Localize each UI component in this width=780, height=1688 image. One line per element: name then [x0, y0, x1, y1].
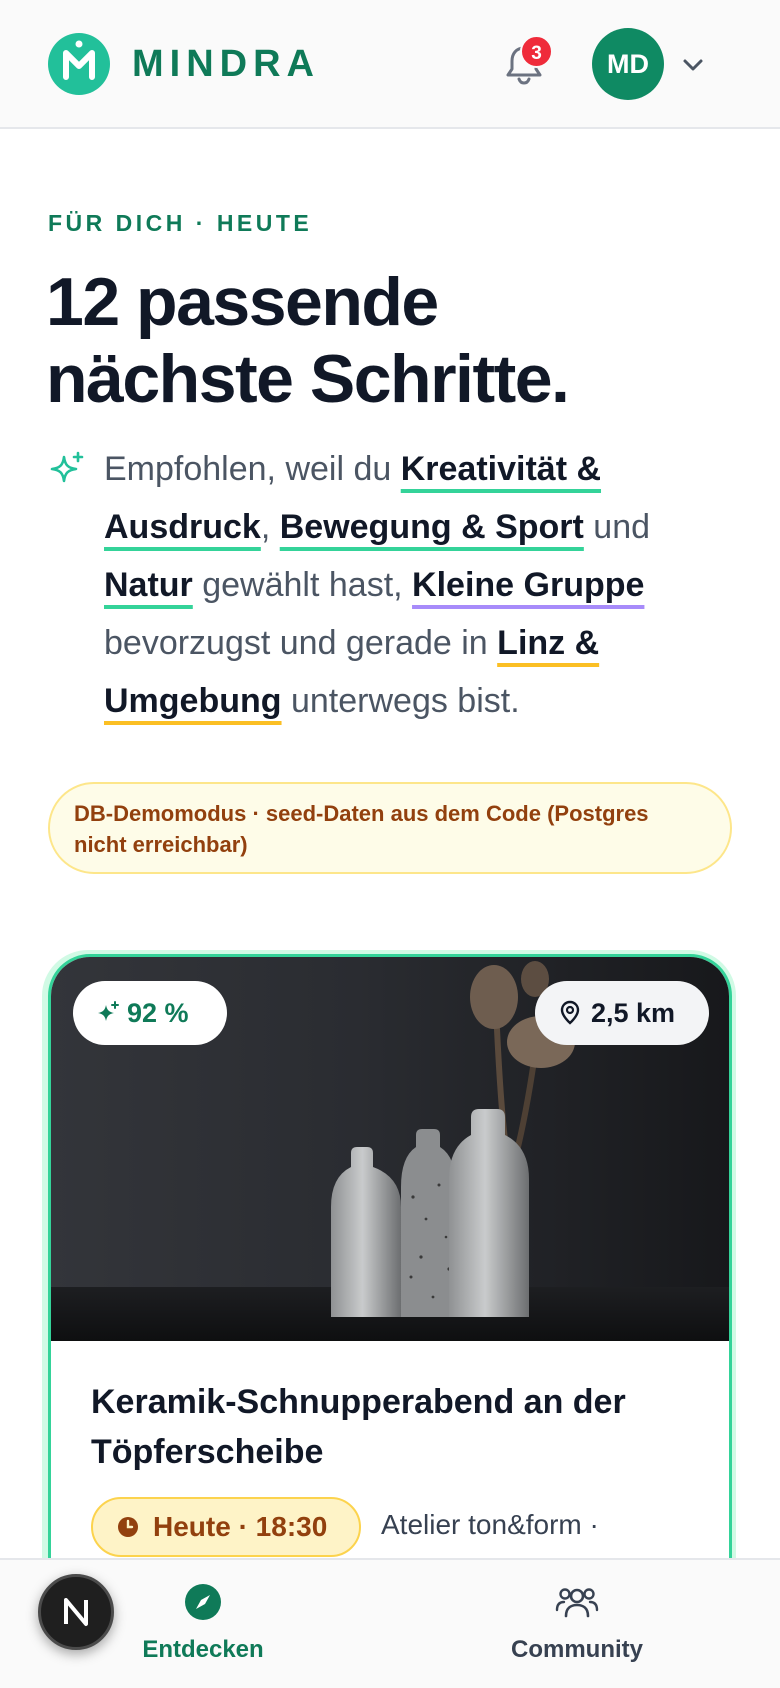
reason-text: unterwegs bist.	[281, 682, 520, 720]
distance-value: 2,5 km	[591, 998, 676, 1028]
nav-community-label: Community	[511, 1636, 643, 1663]
nav-entdecken[interactable]: Entdecken	[78, 1582, 328, 1682]
distance-badge: 2,5 km	[535, 981, 709, 1045]
event-time: Heute · 18:30	[153, 1511, 328, 1542]
n-logo-icon	[64, 1598, 88, 1626]
match-score-badge: 92 %	[73, 981, 227, 1045]
interest-natur[interactable]: Natur	[104, 566, 193, 604]
event-title[interactable]: Keramik-Schnupperabend an der Töpfersche…	[91, 1377, 691, 1477]
reason-text: gewählt hast,	[192, 566, 413, 604]
sparkle-icon	[50, 451, 84, 483]
clock-icon	[118, 1517, 138, 1537]
chevron-down-icon[interactable]	[680, 52, 706, 78]
event-venue: Atelier ton&form ·	[381, 1509, 599, 1540]
nav-community[interactable]: Community	[452, 1582, 702, 1682]
demo-mode-notice: DB-Demomodus · seed-Daten aus dem Code (…	[48, 782, 732, 874]
event-time-chip: Heute · 18:30	[91, 1497, 361, 1557]
page-title-line1: 12 passende	[46, 264, 439, 340]
user-avatar[interactable]: MD	[592, 28, 664, 100]
interest-bewegung[interactable]: Bewegung & Sport	[280, 508, 584, 546]
sparkle-icon	[98, 1001, 119, 1021]
nav-entdecken-label: Entdecken	[142, 1636, 264, 1663]
map-pin-icon	[560, 1000, 580, 1025]
reason-text: bevorzugst und gerade in	[104, 624, 498, 662]
event-photo: 92 % 2,5 km	[51, 957, 729, 1341]
reason-text: und	[583, 508, 651, 546]
match-score: 92 %	[127, 998, 189, 1028]
app-header: MINDRA 3 MD	[0, 0, 780, 129]
page-title-line2: nächste Schritte.	[46, 341, 570, 417]
logo-icon[interactable]	[48, 33, 110, 95]
reason-text: ,	[260, 508, 280, 546]
notification-count-badge: 3	[520, 35, 553, 68]
dev-tools-button[interactable]	[38, 1574, 114, 1650]
users-icon	[555, 1588, 599, 1618]
reason-text: Empfohlen, weil du	[104, 450, 401, 488]
recommendation-reason: Empfohlen, weil du Kreativität & Ausdruc…	[104, 440, 744, 730]
brand-name[interactable]: MINDRA	[132, 40, 320, 88]
section-eyebrow: FÜR DICH · HEUTE	[48, 210, 313, 236]
compass-icon	[185, 1584, 221, 1620]
preference-group-size[interactable]: Kleine Gruppe	[412, 566, 644, 604]
page-title: 12 passende nächste Schritte.	[46, 264, 746, 418]
